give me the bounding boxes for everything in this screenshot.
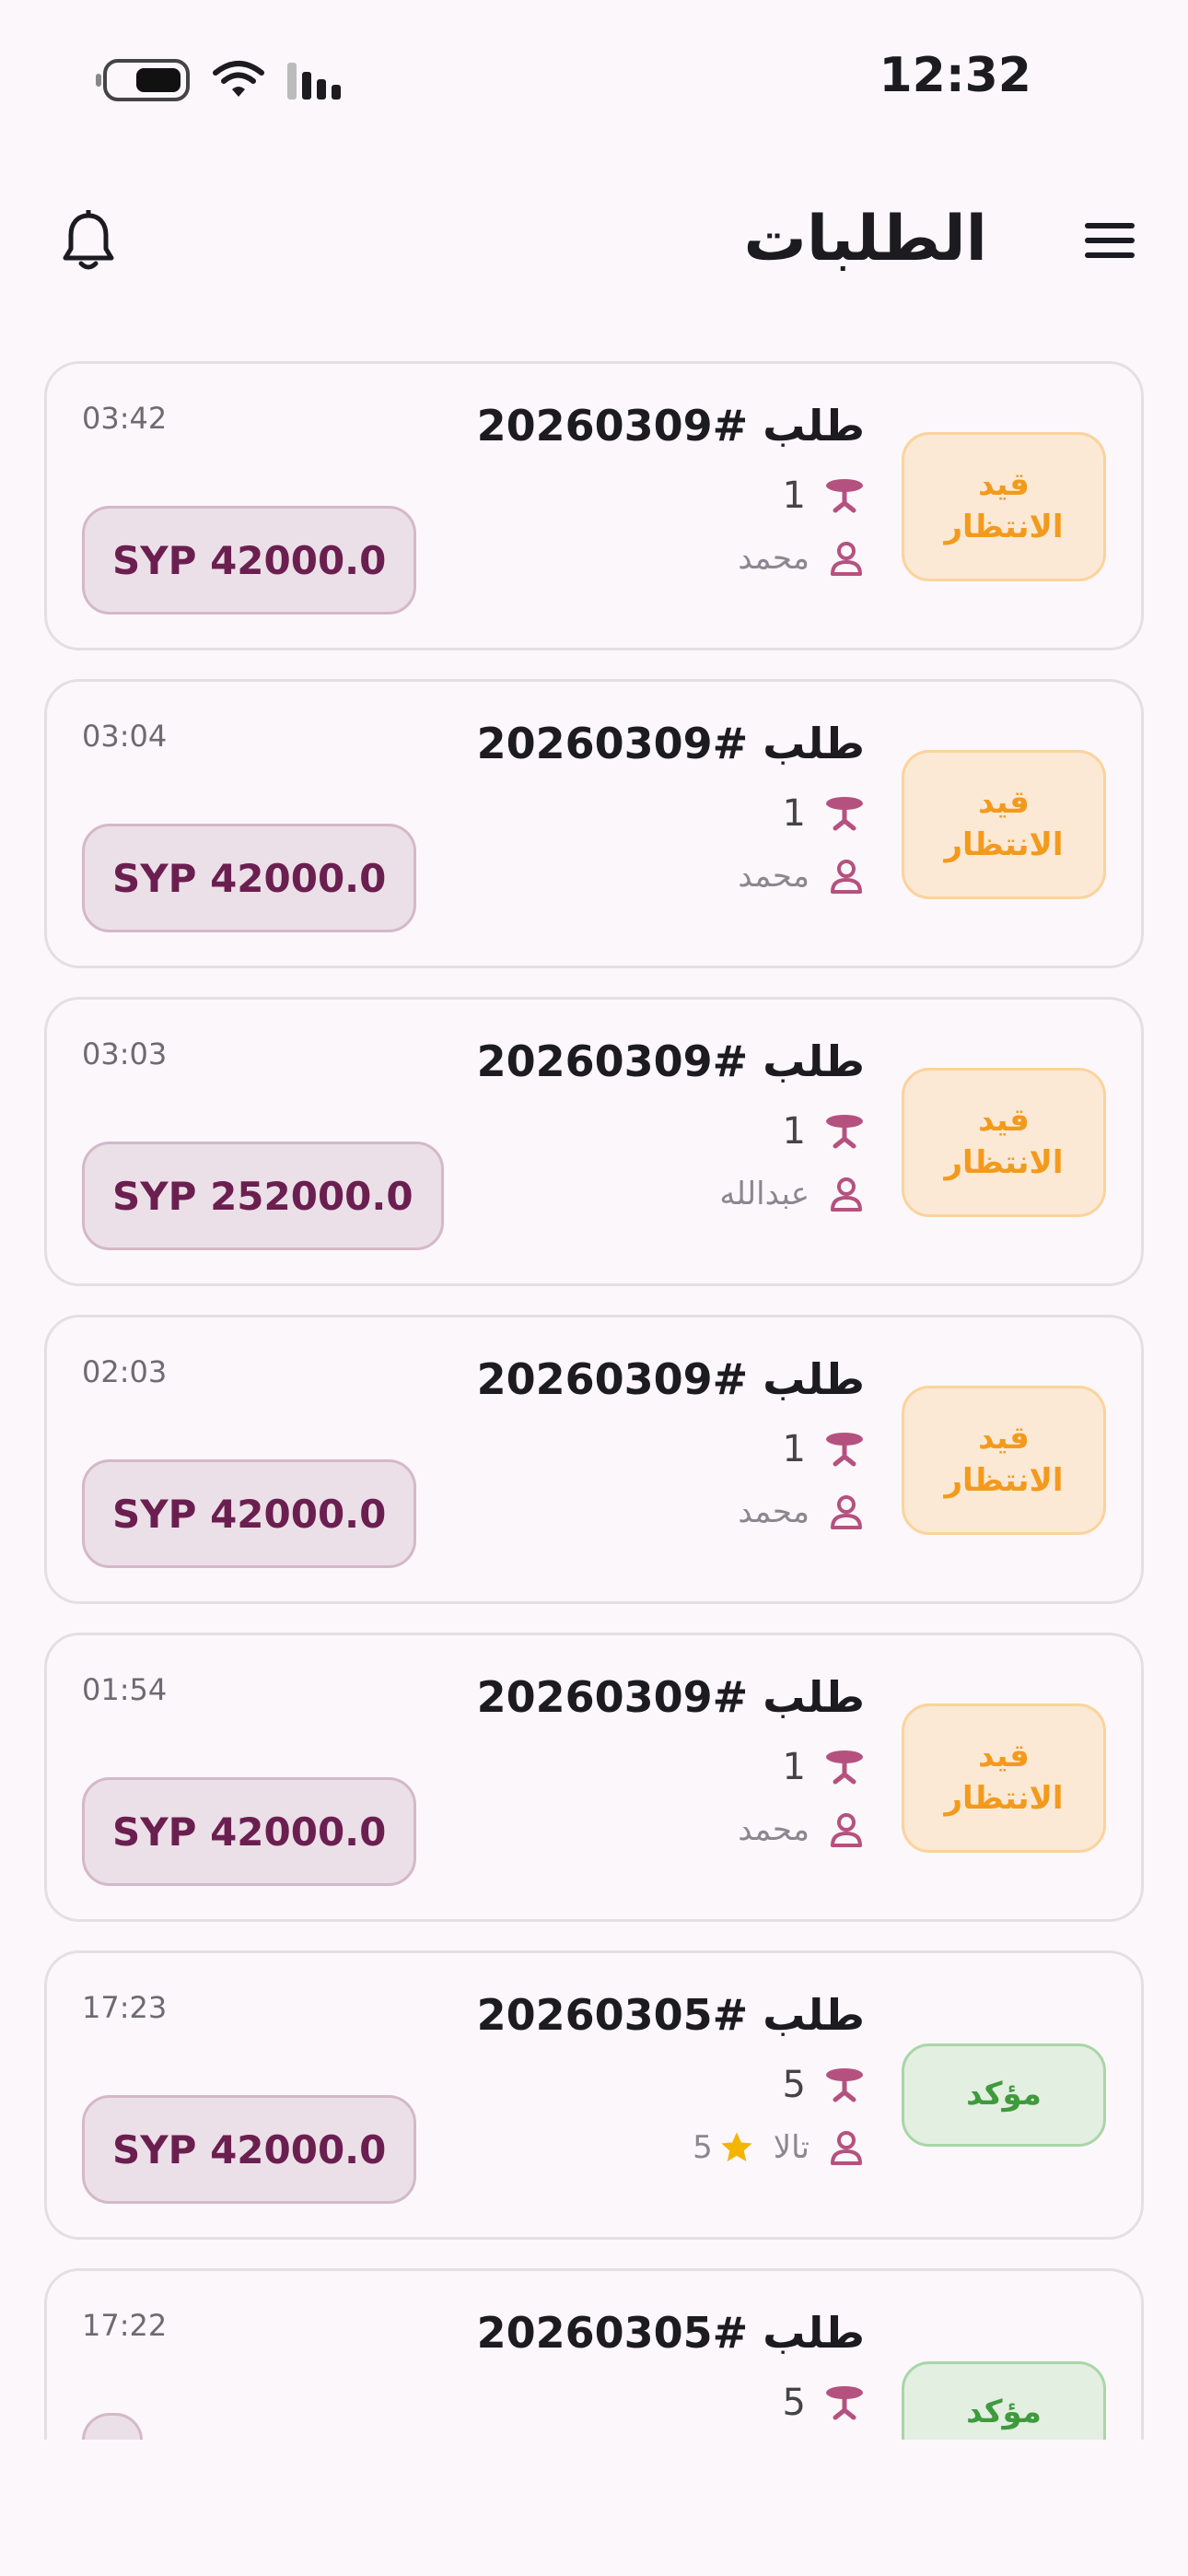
status-badge: قيد الانتظار [902,1068,1106,1217]
order-time: 02:03 [82,1354,168,1389]
order-card[interactable]: قيد الانتظار طلب #20260309 1 محمد 03:42 SYP 4… [44,361,1144,650]
person-icon [828,1176,865,1212]
bell-icon[interactable] [59,210,118,275]
order-title: طلب #20260305 [476,1990,865,2040]
page-title: الطلبات [743,203,987,275]
table-row-info: 5 [783,2062,865,2108]
table-number: 5 [782,2382,806,2424]
status-icons [96,57,341,103]
table-number: 1 [782,1746,806,1788]
table-number: 1 [782,792,806,835]
customer-row: عبدالله [719,1171,865,1217]
price-pill: SYP 252000.0 [82,1142,444,1250]
customer-row: محمد [738,535,865,581]
order-title: طلب #20260309 [476,1036,865,1086]
menu-icon[interactable] [1081,217,1138,263]
order-time: 03:42 [82,401,168,436]
order-title: طلب #20260309 [476,1672,865,1722]
rating-value: 5 [693,2129,713,2166]
customer-row: محمد [738,1807,865,1853]
table-number: 1 [782,1110,806,1153]
orders-list: قيد الانتظار طلب #20260309 1 محمد 03:42 SYP 4… [44,361,1144,2440]
status-badge: قيد الانتظار [902,1386,1106,1535]
table-icon [824,2067,865,2103]
price-pill: SYP 42000.0 [82,506,417,615]
order-time: 03:04 [82,719,168,754]
table-row-info: 1 [783,1426,865,1472]
status-badge: مؤكد [902,2361,1106,2440]
status-time: 12:32 [879,48,1031,103]
order-card[interactable]: قيد الانتظار طلب #20260309 1 عبدالله 03:03 SY… [44,997,1144,1286]
signal-icon [287,61,341,100]
customer-name: محمد [738,1493,809,1530]
table-row-info: 1 [783,1108,865,1154]
order-card[interactable]: مؤكد طلب #20260305 5 17:22 [44,2268,1144,2440]
table-row-info: 1 [783,790,865,837]
customer-row: تالا 5 [693,2125,865,2171]
table-row-info: 1 [783,473,865,519]
wifi-icon [213,61,264,97]
customer-row: محمد [738,853,865,899]
table-row-info: 1 [783,1744,865,1790]
status-badge: قيد الانتظار [902,1704,1106,1853]
person-icon [828,858,865,895]
app-bar: الطلبات [0,184,1188,304]
order-time: 01:54 [82,1672,168,1707]
table-icon [824,2384,865,2421]
order-title: طلب #20260309 [476,719,865,768]
customer-name: عبدالله [719,1176,809,1212]
person-icon [828,1493,865,1530]
status-badge: قيد الانتظار [902,750,1106,899]
table-icon [824,1113,865,1150]
status-badge: مؤكد [902,2043,1106,2147]
status-badge: قيد الانتظار [902,432,1106,581]
price-pill: SYP 42000.0 [82,1777,417,1886]
price-pill: SYP 42000.0 [82,824,417,932]
order-time: 17:23 [82,1990,168,2025]
table-number: 1 [782,1428,806,1470]
order-time: 17:22 [82,2308,168,2343]
table-icon [824,1749,865,1786]
order-card[interactable]: مؤكد طلب #20260305 5 تالا 5 17:23 SYP 42000.0 [44,1950,1144,2240]
table-icon [824,795,865,832]
table-number: 5 [782,2064,806,2106]
table-row-info: 5 [783,2380,865,2426]
star-icon [718,2129,755,2166]
person-icon [828,2129,865,2166]
order-title: طلب #20260309 [476,401,865,451]
price-pill: SYP 42000.0 [82,2095,417,2204]
status-bar: 12:32 [0,0,1188,157]
price-pill: SYP 42000.0 [82,1459,417,1568]
table-number: 1 [782,474,806,517]
order-card[interactable]: قيد الانتظار طلب #20260309 1 محمد 03:04 SYP 4… [44,679,1144,968]
battery-icon [96,59,190,101]
table-icon [824,1431,865,1468]
customer-name: محمد [738,858,809,895]
customer-row: محمد [738,1489,865,1535]
order-card[interactable]: قيد الانتظار طلب #20260309 1 محمد 02:03 SYP 4… [44,1315,1144,1604]
order-time: 03:03 [82,1036,168,1071]
customer-rating: 5 [693,2129,755,2166]
person-icon [828,1811,865,1848]
table-icon [824,477,865,514]
customer-name: محمد [738,540,809,577]
customer-name: محمد [738,1811,809,1848]
person-icon [828,540,865,577]
customer-name: تالا [773,2129,809,2166]
price-pill [82,2413,143,2440]
order-card[interactable]: قيد الانتظار طلب #20260309 1 محمد 01:54 SYP 4… [44,1633,1144,1922]
order-title: طلب #20260305 [476,2308,865,2358]
order-title: طلب #20260309 [476,1354,865,1404]
